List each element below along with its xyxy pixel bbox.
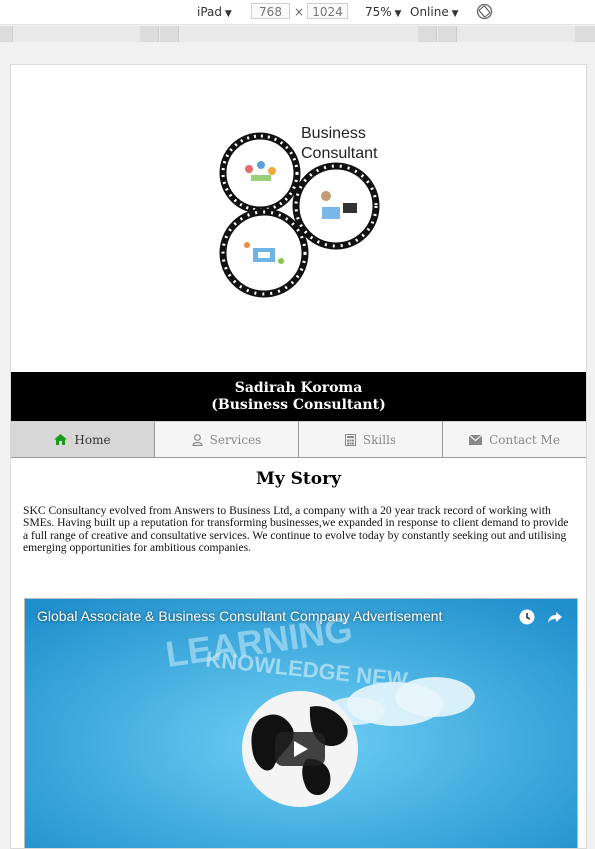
consultant-role: (Business Consultant) bbox=[211, 397, 386, 413]
nav-tab-home[interactable]: Home bbox=[11, 421, 155, 457]
device-toolbar: iPad 768 × 1024 75% Online bbox=[0, 0, 595, 25]
consultant-name: Sadirah Koroma bbox=[234, 380, 363, 396]
envelope-icon bbox=[469, 434, 483, 445]
video-title[interactable]: Global Associate & Business Consultant C… bbox=[37, 608, 442, 624]
calculator-icon bbox=[344, 433, 356, 446]
logo-area: Business Consultant bbox=[11, 65, 586, 372]
network-throttle-select[interactable]: Online bbox=[410, 4, 459, 22]
share-icon[interactable] bbox=[547, 609, 563, 629]
story-title: My Story bbox=[256, 469, 341, 489]
device-select[interactable]: iPad bbox=[197, 4, 232, 22]
logo-text-consultant: Consultant bbox=[301, 145, 378, 162]
logo-wordmark: Business Consultant bbox=[301, 124, 378, 164]
watch-later-icon[interactable] bbox=[519, 609, 535, 629]
logo-text-business: Business bbox=[301, 125, 366, 142]
nav-label-contact: Contact Me bbox=[489, 432, 560, 447]
zoom-select[interactable]: 75% bbox=[365, 4, 401, 22]
play-button[interactable] bbox=[275, 732, 325, 766]
story-paragraph: SKC Consultancy evolved from Answers to … bbox=[23, 504, 569, 555]
nav-tab-services[interactable]: Services bbox=[155, 421, 299, 457]
embedded-video[interactable]: LEARNING KNOWLEDGE NEW Global Associate … bbox=[24, 598, 578, 848]
nav-label-home: Home bbox=[74, 432, 111, 447]
nav-tab-skills[interactable]: Skills bbox=[299, 421, 443, 457]
home-icon bbox=[54, 434, 68, 445]
device-viewport: Business Consultant Sadirah Koroma (Busi… bbox=[10, 64, 587, 849]
viewport-height-input[interactable]: 1024 bbox=[307, 3, 348, 19]
main-nav: Home Services Skills Contact Me bbox=[11, 421, 586, 458]
name-banner: Sadirah Koroma (Business Consultant) bbox=[11, 372, 586, 421]
nav-tab-contact[interactable]: Contact Me bbox=[443, 421, 586, 457]
nav-label-skills: Skills bbox=[362, 432, 397, 447]
nav-label-services: Services bbox=[209, 432, 262, 447]
media-query-ruler[interactable] bbox=[0, 26, 595, 42]
viewport-width-input[interactable]: 768 bbox=[251, 3, 290, 19]
dimension-separator: × bbox=[294, 5, 305, 19]
business-consultant-logo bbox=[219, 132, 380, 298]
user-icon bbox=[192, 433, 203, 446]
rotate-icon[interactable] bbox=[476, 3, 493, 24]
